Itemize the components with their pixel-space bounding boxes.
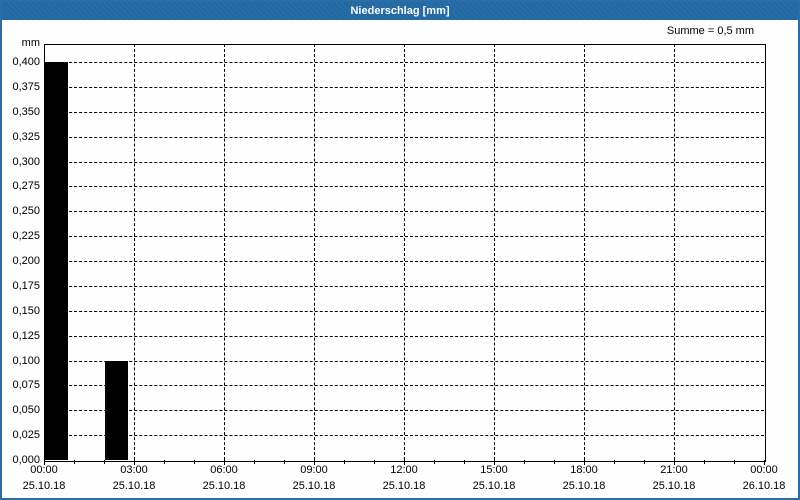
x-minor-tick <box>254 460 255 464</box>
x-tick-time-label: 09:00 <box>300 464 328 476</box>
y-tick-label: 0,050 <box>12 404 40 417</box>
y-tick-label: 0,250 <box>12 205 40 218</box>
x-tick-date-label: 26.10.18 <box>742 480 786 492</box>
y-tick-label: 0,275 <box>12 180 40 193</box>
y-tick-label: 0,375 <box>12 80 40 93</box>
y-tick-label: 0,075 <box>12 379 40 392</box>
y-tick-label: 0,225 <box>12 230 40 243</box>
x-minor-tick <box>374 460 375 464</box>
x-tick-date-label: 25.10.18 <box>652 480 696 492</box>
x-major-tick <box>224 460 225 465</box>
y-tick-label: 0,150 <box>12 304 40 317</box>
plot-area <box>44 44 766 462</box>
x-tick-date-label: 25.10.18 <box>292 480 336 492</box>
x-tick-date-label: 25.10.18 <box>112 480 156 492</box>
x-tick-date-label: 25.10.18 <box>562 480 606 492</box>
x-major-tick <box>494 460 495 465</box>
x-minor-tick <box>614 460 615 464</box>
y-tick-label: 0,175 <box>12 279 40 292</box>
x-tick-date-label: 25.10.18 <box>22 480 66 492</box>
x-minor-tick <box>644 460 645 464</box>
y-tick-label: 0,300 <box>12 155 40 168</box>
x-tick-date-label: 25.10.18 <box>382 480 426 492</box>
x-major-tick <box>584 460 585 465</box>
y-tick-label: 0,100 <box>12 354 40 367</box>
x-tick-time-label: 00:00 <box>750 464 778 476</box>
chart-title: Niederschlag [mm] <box>350 5 450 17</box>
x-major-tick <box>134 460 135 465</box>
x-tick-time-label: 18:00 <box>570 464 598 476</box>
x-tick-time-label: 15:00 <box>480 464 508 476</box>
x-major-tick <box>404 460 405 465</box>
chart-window: Niederschlag [mm] Summe = 0,5 mm mm 0,40… <box>0 0 800 500</box>
x-gridline <box>494 44 495 460</box>
x-tick-time-label: 06:00 <box>210 464 238 476</box>
precipitation-bar <box>105 360 128 460</box>
x-minor-tick <box>104 460 105 464</box>
y-tick-label: 0,400 <box>12 56 40 68</box>
x-minor-tick <box>344 460 345 464</box>
x-tick-date-label: 25.10.18 <box>472 480 516 492</box>
x-tick-time-label: 00:00 <box>30 464 58 476</box>
x-minor-tick <box>464 460 465 464</box>
y-tick-label: 0,350 <box>12 105 40 118</box>
precipitation-bar <box>45 62 68 460</box>
x-gridline <box>224 44 225 460</box>
sum-label: Summe = 0,5 mm <box>666 25 754 37</box>
y-tick-label: 0,200 <box>12 255 40 267</box>
x-gridline <box>674 44 675 460</box>
title-bar: Niederschlag [mm] <box>2 2 798 20</box>
x-minor-tick <box>734 460 735 464</box>
y-tick-label: 0,325 <box>12 130 40 143</box>
x-gridline <box>314 44 315 460</box>
x-minor-tick <box>704 460 705 464</box>
x-minor-tick <box>284 460 285 464</box>
x-gridline <box>134 44 135 460</box>
x-minor-tick <box>524 460 525 464</box>
x-minor-tick <box>194 460 195 464</box>
x-major-tick <box>44 460 45 465</box>
x-minor-tick <box>434 460 435 464</box>
x-gridline <box>404 44 405 460</box>
x-major-tick <box>764 460 765 465</box>
y-tick-label: 0,025 <box>12 429 40 442</box>
x-major-tick <box>314 460 315 465</box>
x-tick-time-label: 21:00 <box>660 464 688 476</box>
x-minor-tick <box>164 460 165 464</box>
x-minor-tick <box>554 460 555 464</box>
x-major-tick <box>674 460 675 465</box>
y-tick-label: 0,125 <box>12 329 40 342</box>
x-minor-tick <box>74 460 75 464</box>
x-tick-time-label: 03:00 <box>120 464 148 476</box>
x-tick-time-label: 12:00 <box>390 464 418 476</box>
y-axis-unit-label: mm <box>21 37 40 49</box>
x-tick-date-label: 25.10.18 <box>202 480 246 492</box>
x-gridline <box>584 44 585 460</box>
